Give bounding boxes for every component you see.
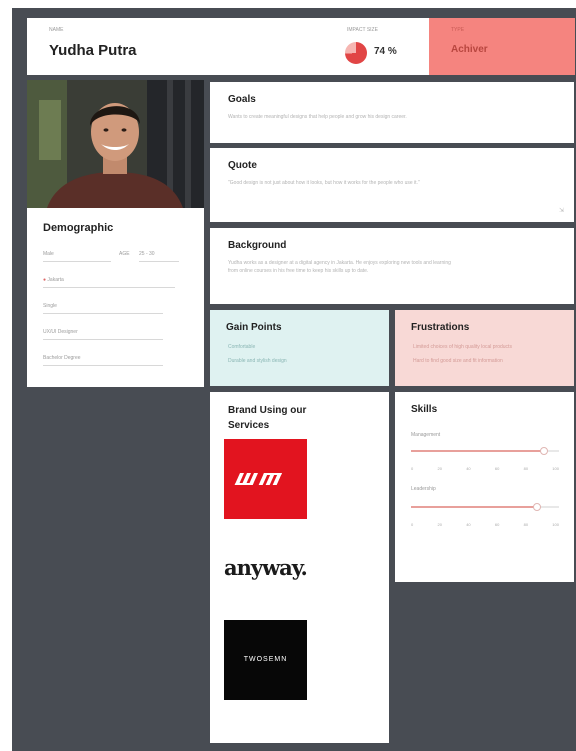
quote-card: Quote "Good design is not just about how…: [210, 148, 574, 222]
gender-field[interactable]: Male: [43, 248, 111, 262]
frustrations-title: Frustrations: [411, 322, 470, 333]
background-text-line: from online courses in his free time to …: [228, 267, 369, 274]
background-text-line: Yudha works as a designer at a digital a…: [228, 260, 451, 266]
age-field[interactable]: 25 - 30: [139, 248, 179, 262]
background-title: Background: [228, 240, 287, 251]
skill-slider-leadership[interactable]: [411, 503, 559, 511]
skill-label-management: Management: [411, 432, 441, 438]
education-value: Bachelor Degree: [43, 355, 81, 361]
frustrations-card: Frustrations Limited choices of high qua…: [395, 310, 574, 386]
location-field[interactable]: ● Jakarta: [43, 274, 175, 288]
slider-knob[interactable]: [540, 447, 549, 455]
age-label: AGE: [119, 251, 130, 257]
brand-logo-anyway[interactable]: anyway.: [224, 555, 324, 587]
skill-fill: [411, 506, 537, 508]
quote-title: Quote: [228, 160, 257, 171]
skill-label-leadership: Leadership: [411, 486, 436, 492]
demographic-card: Demographic Male AGE 25 - 30 ● Jakarta S…: [27, 208, 204, 387]
gender-value: Male: [43, 251, 54, 257]
svg-text:WM: WM: [224, 439, 226, 440]
impact-pie-chart: [345, 42, 367, 64]
slider-knob[interactable]: [532, 503, 541, 511]
gain-points-title: Gain Points: [226, 322, 282, 333]
brand-logo-wm[interactable]: WM: [224, 439, 307, 519]
brands-title: Brand Using our Services: [228, 405, 307, 431]
occupation-value: UX/UI Designer: [43, 329, 78, 335]
gain-point-item[interactable]: Durable and stylish design: [228, 358, 287, 364]
impact-size-value: 74 %: [374, 46, 397, 57]
gain-point-item[interactable]: Comfortable: [228, 344, 255, 350]
persona-name[interactable]: Yudha Putra: [49, 42, 137, 59]
skills-title: Skills: [411, 404, 438, 415]
location-value: Jakarta: [47, 277, 64, 283]
quote-text[interactable]: "Good design is not just about how it lo…: [228, 180, 556, 188]
status-value: Single: [43, 303, 57, 309]
status-field[interactable]: Single: [43, 300, 163, 314]
gain-points-card: Gain Points Comfortable Durable and styl…: [210, 310, 389, 386]
skill-slider-management[interactable]: [411, 447, 559, 455]
type-label: TYPE: [451, 27, 465, 33]
skill-scale-management: 0 20 40 60 80 100: [411, 466, 559, 471]
brand-logo-twosemn[interactable]: TWOSEMN: [224, 620, 307, 700]
type-value[interactable]: Achiver: [451, 44, 488, 55]
goals-text[interactable]: Wants to create meaningful designs that …: [228, 114, 556, 122]
age-value: 25 - 30: [139, 251, 155, 257]
name-label: NAME: [49, 27, 64, 33]
impact-size-label: IMPACT SIZE: [347, 27, 378, 33]
goals-card: Goals Wants to create meaningful designs…: [210, 82, 574, 143]
header-card: NAME Yudha Putra IMPACT SIZE 74 %: [27, 18, 429, 75]
skills-card: Skills Management 0 20 40 60 80 100 Leadershi…: [395, 392, 574, 582]
occupation-field[interactable]: UX/UI Designer: [43, 326, 163, 340]
skill-scale-leadership: 0 20 40 60 80 100: [411, 522, 559, 527]
goals-title: Goals: [228, 94, 256, 105]
demographic-title: Demographic: [43, 222, 114, 234]
education-field[interactable]: Bachelor Degree: [43, 352, 163, 366]
background-card: Background Yudha works as a designer at …: [210, 228, 574, 304]
background-text[interactable]: Yudha works as a designer at a digital a…: [228, 260, 556, 275]
persona-photo: [27, 80, 204, 208]
frustration-item[interactable]: Limited choices of high quality local pr…: [413, 344, 512, 350]
frustration-item[interactable]: Hard to find good size and fit informati…: [413, 358, 503, 364]
type-card: TYPE Achiver: [429, 18, 575, 75]
resize-handle-icon[interactable]: ⇲: [559, 207, 564, 214]
skill-fill: [411, 450, 545, 452]
